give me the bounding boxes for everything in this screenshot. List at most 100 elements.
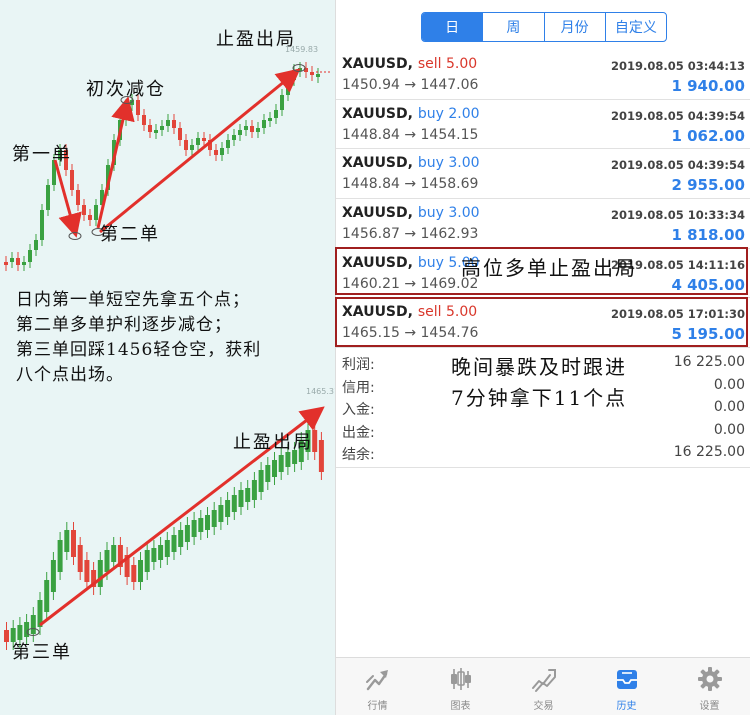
candle-body (30, 615, 36, 634)
candle-body (231, 495, 237, 512)
trade-arrow (96, 96, 135, 229)
summary-value: 0.00 (713, 399, 745, 415)
nav-charts[interactable]: 图表 (419, 658, 502, 715)
highlight-box-night-short (335, 297, 748, 347)
candle-body (57, 540, 63, 572)
candle-body (280, 95, 284, 110)
tab-custom[interactable]: 自定义 (604, 13, 666, 41)
candle-body (316, 74, 320, 77)
candle-body (142, 115, 146, 125)
candle-body (138, 560, 143, 582)
tab-week[interactable]: 周 (482, 13, 543, 41)
summary-label: 入金: (342, 402, 375, 418)
candle-body (171, 535, 177, 552)
candle-body (136, 100, 140, 115)
candle-body (211, 510, 217, 527)
summary-line: 八个点出场。 (16, 365, 124, 385)
summary-label: 信用: (342, 379, 375, 396)
candle-body (158, 545, 164, 560)
trade-profit: 1 818.00 (671, 226, 745, 245)
annotation-first-order: 第一单 (12, 144, 72, 165)
candle-body (232, 135, 236, 140)
summary-line: 第三单回踩1456轻仓空，获利 (16, 340, 262, 360)
candle-body (40, 210, 44, 240)
candle-body (151, 548, 157, 562)
trade-prices: 1448.84 → 1454.15 (342, 126, 479, 143)
candle-body (278, 455, 284, 472)
nav-trade[interactable]: 交易 (502, 658, 585, 715)
candle-body (225, 500, 231, 517)
candle-body (226, 140, 230, 148)
candle-body (154, 130, 158, 133)
gear-icon (697, 667, 722, 691)
candle-body (160, 126, 164, 130)
annotation-take-profit-top: 止盈出局 (216, 29, 296, 50)
candle-body (286, 80, 290, 95)
candle-body (218, 505, 224, 522)
candle-body (214, 150, 218, 155)
trade-chart-icon (531, 669, 556, 692)
candle-body (94, 205, 98, 220)
trade-profit: 1 940.00 (671, 77, 745, 95)
candle-body (274, 110, 278, 118)
trade-profit: 2 955.00 (671, 176, 745, 195)
trade-row[interactable]: XAUUSD, buy 3.00 1456.87 → 1462.93 2019.… (336, 199, 750, 249)
candle-body (310, 72, 314, 75)
candle-body (205, 515, 210, 530)
candle-body (265, 465, 271, 482)
trade-prices: 1448.84 → 1458.69 (342, 176, 479, 193)
nav-label: 交易 (533, 701, 554, 712)
candle-body (178, 530, 184, 547)
annotation-third-order: 第三单 (12, 642, 72, 663)
candle-body (76, 190, 80, 205)
candle-body (104, 550, 110, 572)
candle-body (97, 560, 103, 587)
candle-body (144, 550, 150, 572)
overlay-night-drop-line1: 晚间暴跌及时跟进 (451, 355, 627, 379)
tab-day[interactable]: 日 (422, 13, 483, 41)
price-tag-top: 1459.83 (285, 45, 319, 54)
candle-body (198, 518, 204, 532)
candlestick-icon (450, 668, 471, 690)
trade-row[interactable]: XAUUSD, buy 3.00 1448.84 → 1458.69 2019.… (336, 149, 750, 200)
candle-body (166, 120, 170, 126)
trade-row[interactable]: XAUUSD, sell 5.00 1450.94 → 1447.06 2019… (336, 50, 750, 100)
candle-body (148, 125, 152, 132)
trade-symbol: XAUUSD, sell 5.00 (342, 56, 478, 72)
nav-quotes[interactable]: 行情 (336, 658, 419, 715)
summary-value: 0.00 (713, 376, 745, 393)
candle-body (258, 470, 264, 492)
trade-symbol: XAUUSD, buy 3.00 (342, 205, 480, 222)
candle-body (272, 460, 277, 477)
trade-time: 2019.08.05 03:44:13 (611, 59, 745, 73)
candle-body (34, 240, 38, 250)
candle-body (244, 126, 248, 130)
strategy-summary: 日内第一单短空先拿五个点； 第二单多单护利逐步减仓； 第三单回踩1456轻仓空，… (16, 288, 334, 388)
candle-body (202, 138, 206, 141)
trade-history-screen: 日 周 月份 自定义 XAUUSD, sell 5.00 1450.94 → 1… (335, 0, 750, 715)
summary-line: 日内第一单短空先拿五个点； (16, 290, 250, 310)
nav-history[interactable]: 历史 (585, 658, 668, 715)
candle-body (4, 630, 9, 642)
candle-body (245, 488, 251, 502)
trade-side: sell 5.00 (417, 56, 478, 72)
candle-body (16, 258, 20, 265)
trade-side: buy 3.00 (417, 205, 480, 222)
period-tabs: 日 周 月份 自定义 (421, 12, 667, 42)
candle-body (111, 545, 117, 562)
candle-body (4, 262, 8, 265)
candle-body (46, 185, 50, 210)
summary-value: 16 225.00 (673, 354, 745, 370)
candle-body (191, 520, 197, 537)
tab-month[interactable]: 月份 (543, 13, 605, 41)
trade-side: buy 3.00 (417, 155, 480, 172)
candle-body (298, 68, 302, 71)
trade-row[interactable]: XAUUSD, buy 2.00 1448.84 → 1454.15 2019.… (336, 100, 750, 150)
candle-body (28, 250, 32, 262)
candle-body (256, 128, 260, 132)
candle-body (220, 148, 224, 155)
summary-label: 出金: (342, 424, 375, 441)
nav-settings[interactable]: 设置 (668, 658, 750, 715)
summary-row-withdrawal: 出金: 0.00 (336, 420, 750, 443)
trade-time: 2019.08.05 04:39:54 (611, 108, 745, 123)
